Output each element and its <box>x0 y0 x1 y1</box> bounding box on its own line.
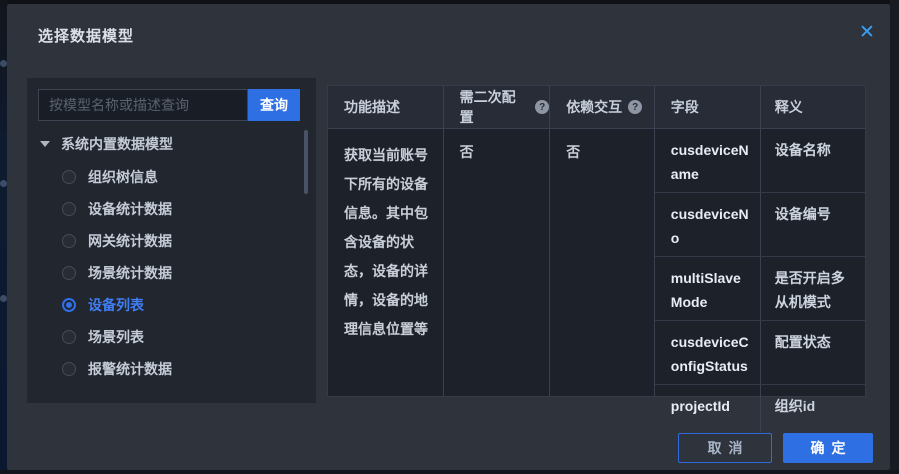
cell-field-meaning: 是否开启多从机模式 <box>761 257 865 320</box>
cell-field-name: multiSlaveMode <box>655 257 761 320</box>
cell-field-meaning: 设备名称 <box>761 129 865 192</box>
header-meaning: 释义 <box>761 86 865 129</box>
tree-item-label: 设备列表 <box>88 295 144 315</box>
query-button[interactable]: 查询 <box>248 89 300 121</box>
column-description: 功能描述 获取当前账号下所有的设备信息。其中包含设备的状态，设备的详情，设备的地… <box>328 86 444 396</box>
field-row: cusdeviceNo 设备编号 <box>655 193 865 257</box>
cell-field-meaning: 设备编号 <box>761 193 865 256</box>
radio-icon[interactable] <box>62 362 76 376</box>
tree-item-gateway-stats[interactable]: 网关统计数据 <box>27 225 316 257</box>
confirm-button[interactable]: 确定 <box>783 433 873 463</box>
tree-item-label: 报警统计数据 <box>88 359 172 379</box>
model-tree-items: 组织树信息 设备统计数据 网关统计数据 场景统计数据 设备列表 <box>27 161 316 385</box>
radio-selected-icon[interactable] <box>62 298 76 312</box>
tree-item-scene-stats[interactable]: 场景统计数据 <box>27 257 316 289</box>
field-row: projectId 组织id <box>655 385 865 432</box>
header-need-config: 需二次配置 ? <box>444 86 550 129</box>
field-row: multiSlaveMode 是否开启多从机模式 <box>655 257 865 321</box>
background-dot <box>0 180 7 187</box>
background-dot <box>0 60 7 67</box>
background-dot <box>0 295 7 302</box>
help-icon[interactable]: ? <box>535 100 549 114</box>
dialog-title: 选择数据模型 <box>38 25 134 46</box>
tree-item-label: 设备统计数据 <box>88 199 172 219</box>
header-depend-interact: 依赖交互 ? <box>550 86 654 129</box>
header-depend-interact-label: 依赖交互 <box>566 97 622 117</box>
fields-header-row: 字段 释义 <box>655 86 865 129</box>
field-row: cusdeviceName 设备名称 <box>655 129 865 193</box>
model-list-panel: 查询 系统内置数据模型 组织树信息 设备统计数据 网关统计数据 <box>27 78 316 403</box>
cell-field-name: cusdeviceName <box>655 129 761 192</box>
model-detail-table: 功能描述 获取当前账号下所有的设备信息。其中包含设备的状态，设备的详情，设备的地… <box>327 85 866 397</box>
tree-item-label: 场景列表 <box>88 327 144 347</box>
field-rows: cusdeviceName 设备名称 cusdeviceNo 设备编号 mult… <box>655 129 865 432</box>
panel-scrollbar[interactable] <box>304 130 308 194</box>
tree-root-label: 系统内置数据模型 <box>61 134 173 154</box>
tree-item-label: 场景统计数据 <box>88 263 172 283</box>
tree-item-org-tree[interactable]: 组织树信息 <box>27 161 316 193</box>
tree-item-label: 网关统计数据 <box>88 231 172 251</box>
radio-icon[interactable] <box>62 330 76 344</box>
header-description: 功能描述 <box>328 86 443 129</box>
page-right-edge <box>890 0 899 474</box>
cell-description: 获取当前账号下所有的设备信息。其中包含设备的状态，设备的详情，设备的地理信息位置… <box>328 129 443 344</box>
tree-item-label: 组织树信息 <box>88 167 158 187</box>
cancel-button[interactable]: 取消 <box>678 433 772 463</box>
cell-need-config: 否 <box>444 129 550 162</box>
tree-item-device-stats[interactable]: 设备统计数据 <box>27 193 316 225</box>
cell-field-meaning: 配置状态 <box>761 321 865 384</box>
page-bottom-edge <box>0 470 899 474</box>
tree-item-alarm-stats[interactable]: 报警统计数据 <box>27 353 316 385</box>
tree-item-scene-list[interactable]: 场景列表 <box>27 321 316 353</box>
cell-field-name: cusdeviceNo <box>655 193 761 256</box>
search-input[interactable] <box>38 89 248 121</box>
cell-field-name: projectId <box>655 385 761 432</box>
help-icon[interactable]: ? <box>628 100 642 114</box>
radio-icon[interactable] <box>62 234 76 248</box>
tree-root-system-models[interactable]: 系统内置数据模型 <box>40 132 173 156</box>
radio-icon[interactable] <box>62 266 76 280</box>
page-left-edge <box>0 0 7 474</box>
columns-field-meaning: 字段 释义 cusdeviceName 设备名称 cusdeviceNo 设备编… <box>655 86 865 396</box>
column-need-config: 需二次配置 ? 否 <box>444 86 551 396</box>
close-icon[interactable]: ✕ <box>852 18 882 48</box>
cell-depend-interact: 否 <box>550 129 654 162</box>
field-row: cusdeviceConfigStatus 配置状态 <box>655 321 865 385</box>
caret-down-icon <box>40 141 50 147</box>
tree-item-device-list[interactable]: 设备列表 <box>27 289 316 321</box>
radio-icon[interactable] <box>62 202 76 216</box>
header-need-config-label: 需二次配置 <box>460 87 530 127</box>
radio-icon[interactable] <box>62 170 76 184</box>
search-row: 查询 <box>38 89 300 121</box>
screen: 选择数据模型 ✕ 查询 系统内置数据模型 组织树信息 设备统计数据 <box>0 0 899 474</box>
cell-field-name: cusdeviceConfigStatus <box>655 321 761 384</box>
select-data-model-dialog: 选择数据模型 ✕ 查询 系统内置数据模型 组织树信息 设备统计数据 <box>7 4 890 470</box>
header-field: 字段 <box>655 86 761 129</box>
column-depend-interact: 依赖交互 ? 否 <box>550 86 655 396</box>
cell-field-meaning: 组织id <box>761 385 865 432</box>
